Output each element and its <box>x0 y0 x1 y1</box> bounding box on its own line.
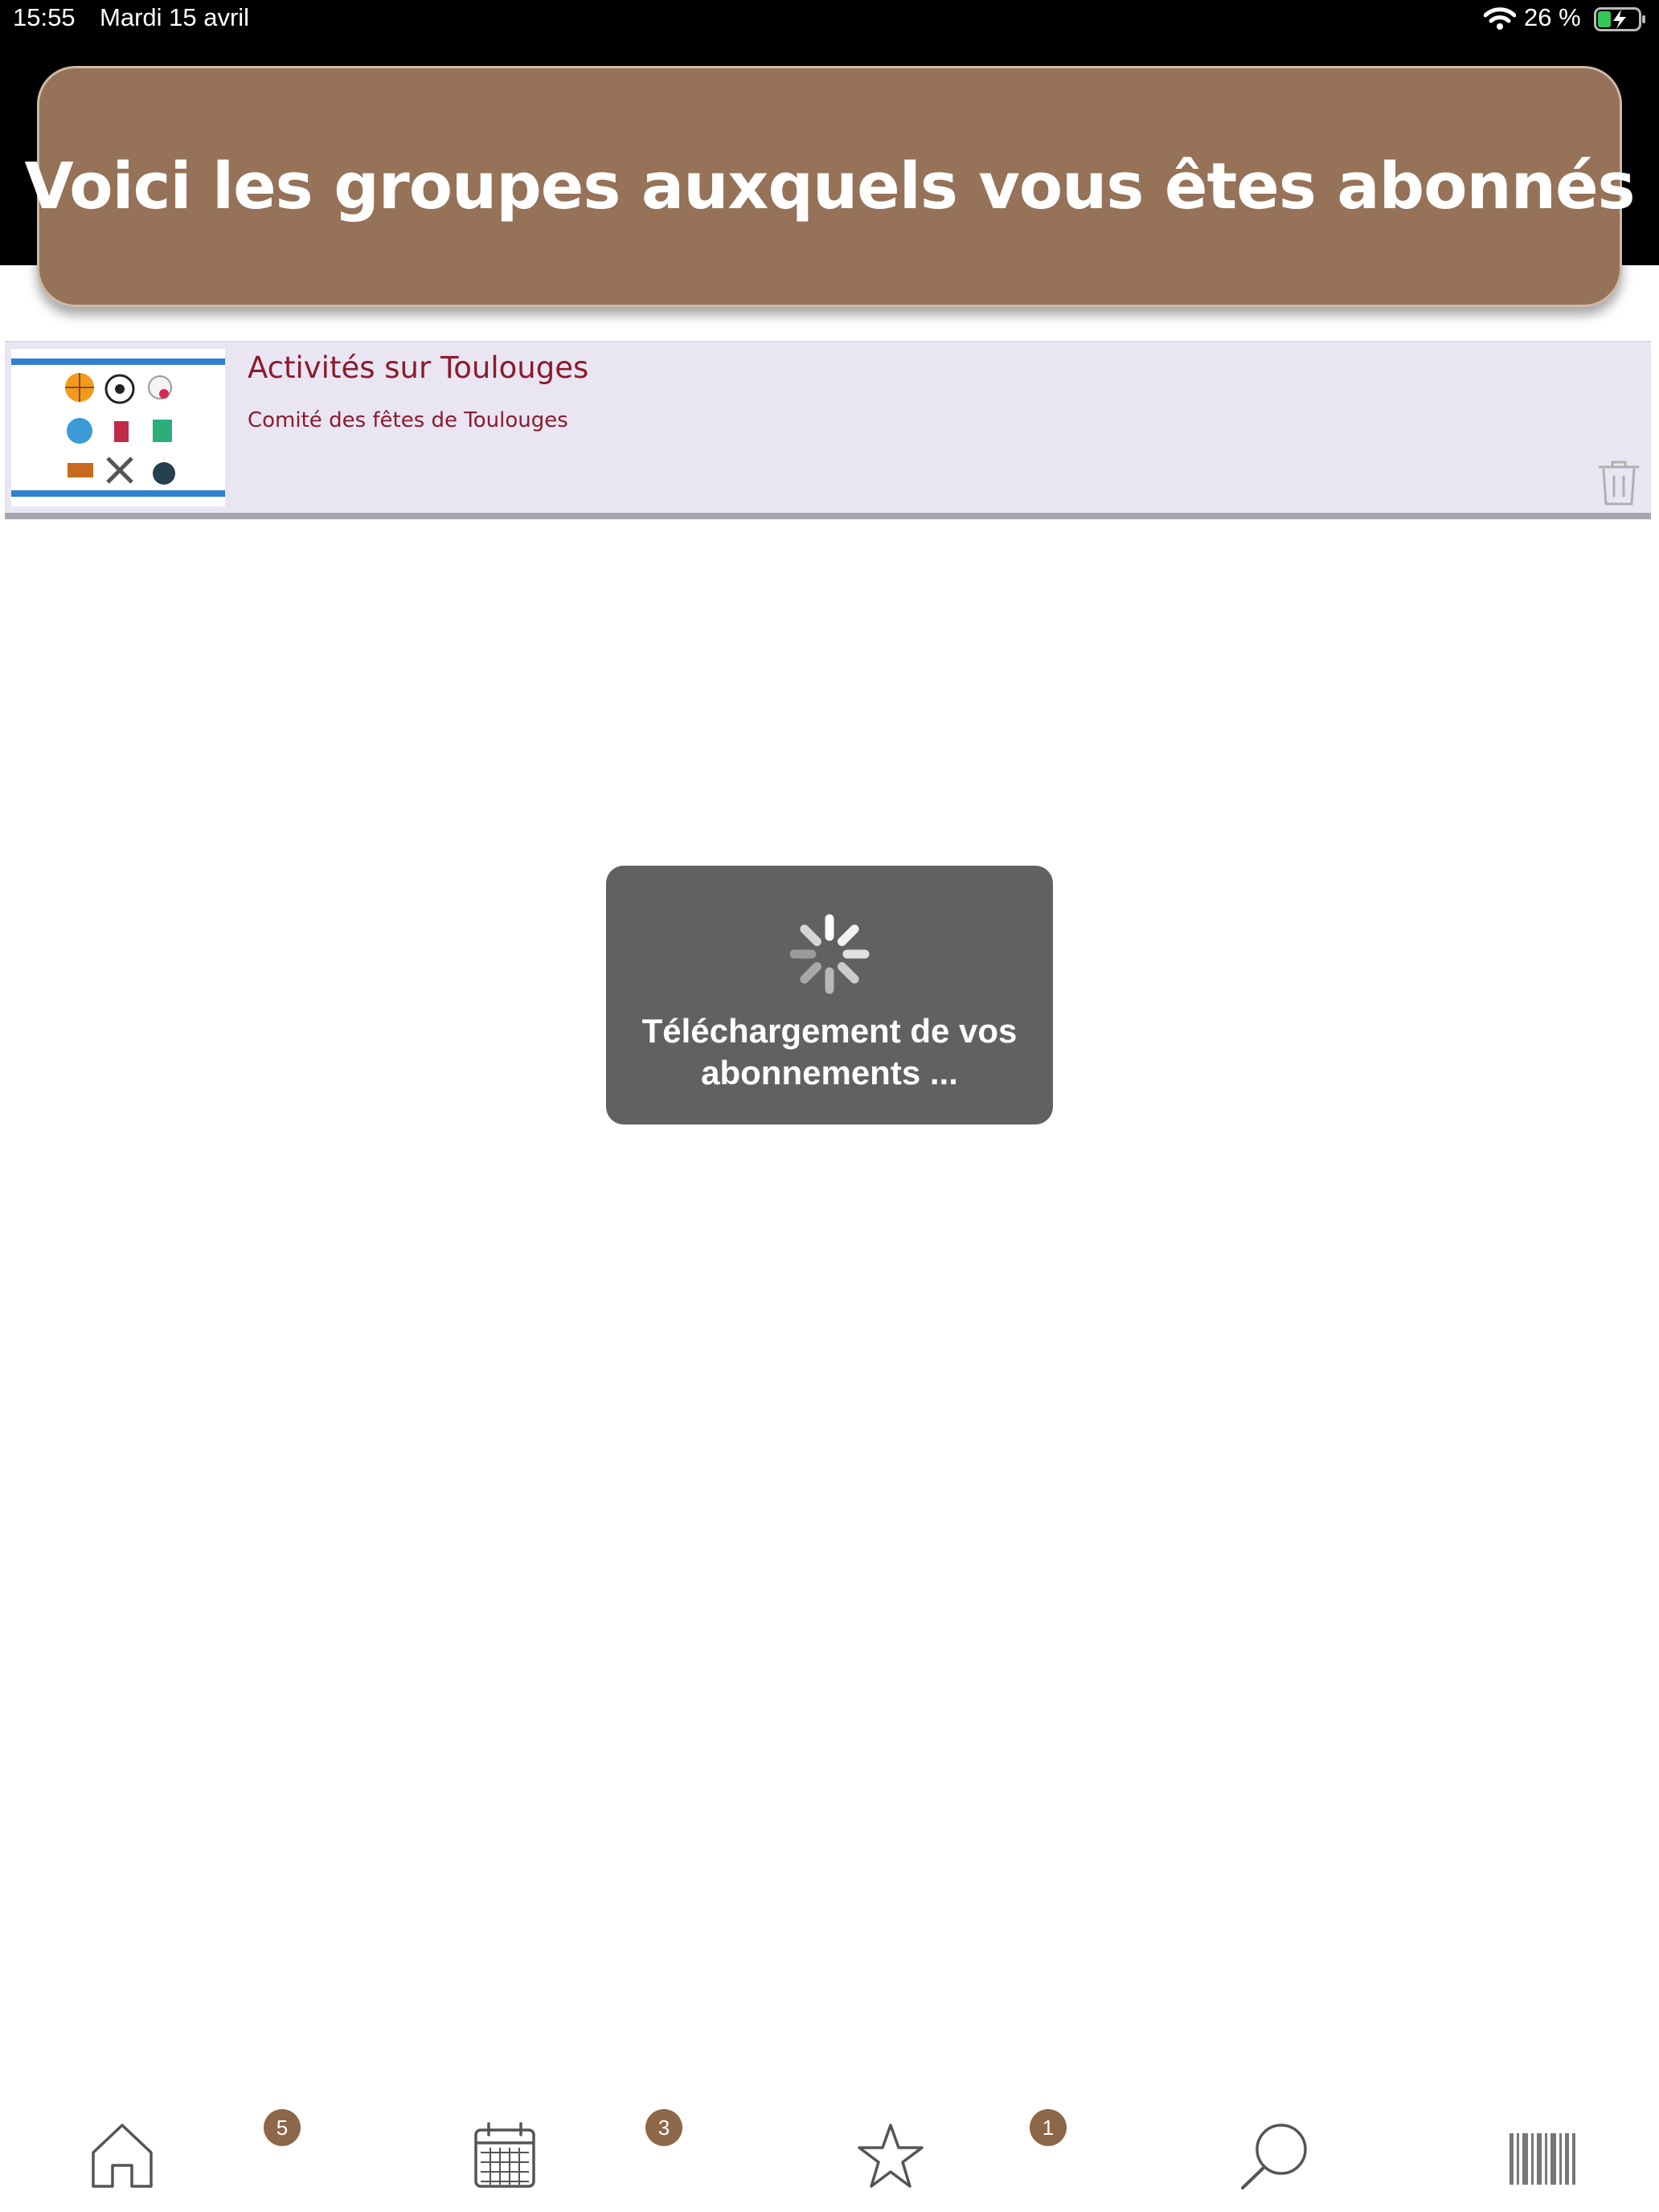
calendar-icon[interactable] <box>473 2122 537 2189</box>
search-icon[interactable] <box>1239 2122 1309 2191</box>
group-thumbnail <box>11 349 225 506</box>
home-icon[interactable] <box>90 2122 154 2189</box>
trash-icon[interactable] <box>1596 459 1641 507</box>
star-icon[interactable] <box>856 2122 925 2189</box>
loading-line-2: abonnements ... <box>701 1054 958 1092</box>
group-title: Activités sur Toulouges <box>248 350 589 385</box>
status-time: 15:55 <box>13 3 76 31</box>
tab-badge-calendar: 3 <box>645 2109 682 2146</box>
barcode-icon[interactable] <box>1508 2133 1577 2185</box>
group-subtitle: Comité des fêtes de Toulouges <box>248 408 568 432</box>
loading-overlay: Téléchargement de vos abonnements ... <box>606 866 1053 1124</box>
tab-badge-home: 5 <box>264 2109 301 2146</box>
loading-line-1: Téléchargement de vos <box>641 1012 1018 1050</box>
wifi-icon <box>1484 7 1516 30</box>
spinner-icon <box>789 914 870 994</box>
loading-message: Téléchargement de vos abonnements ... <box>606 1010 1053 1094</box>
battery-charging-icon <box>1594 7 1645 31</box>
tab-badge-favorites: 1 <box>1030 2109 1067 2146</box>
list-item[interactable]: Activités sur Toulouges Comité des fêtes… <box>5 341 1651 519</box>
battery-percent: 26 % <box>1524 3 1581 31</box>
header-banner: Voici les groupes auxquels vous êtes abo… <box>24 66 1636 307</box>
page-title: Voici les groupes auxquels vous êtes abo… <box>24 150 1635 223</box>
status-date: Mardi 15 avril <box>100 3 250 31</box>
